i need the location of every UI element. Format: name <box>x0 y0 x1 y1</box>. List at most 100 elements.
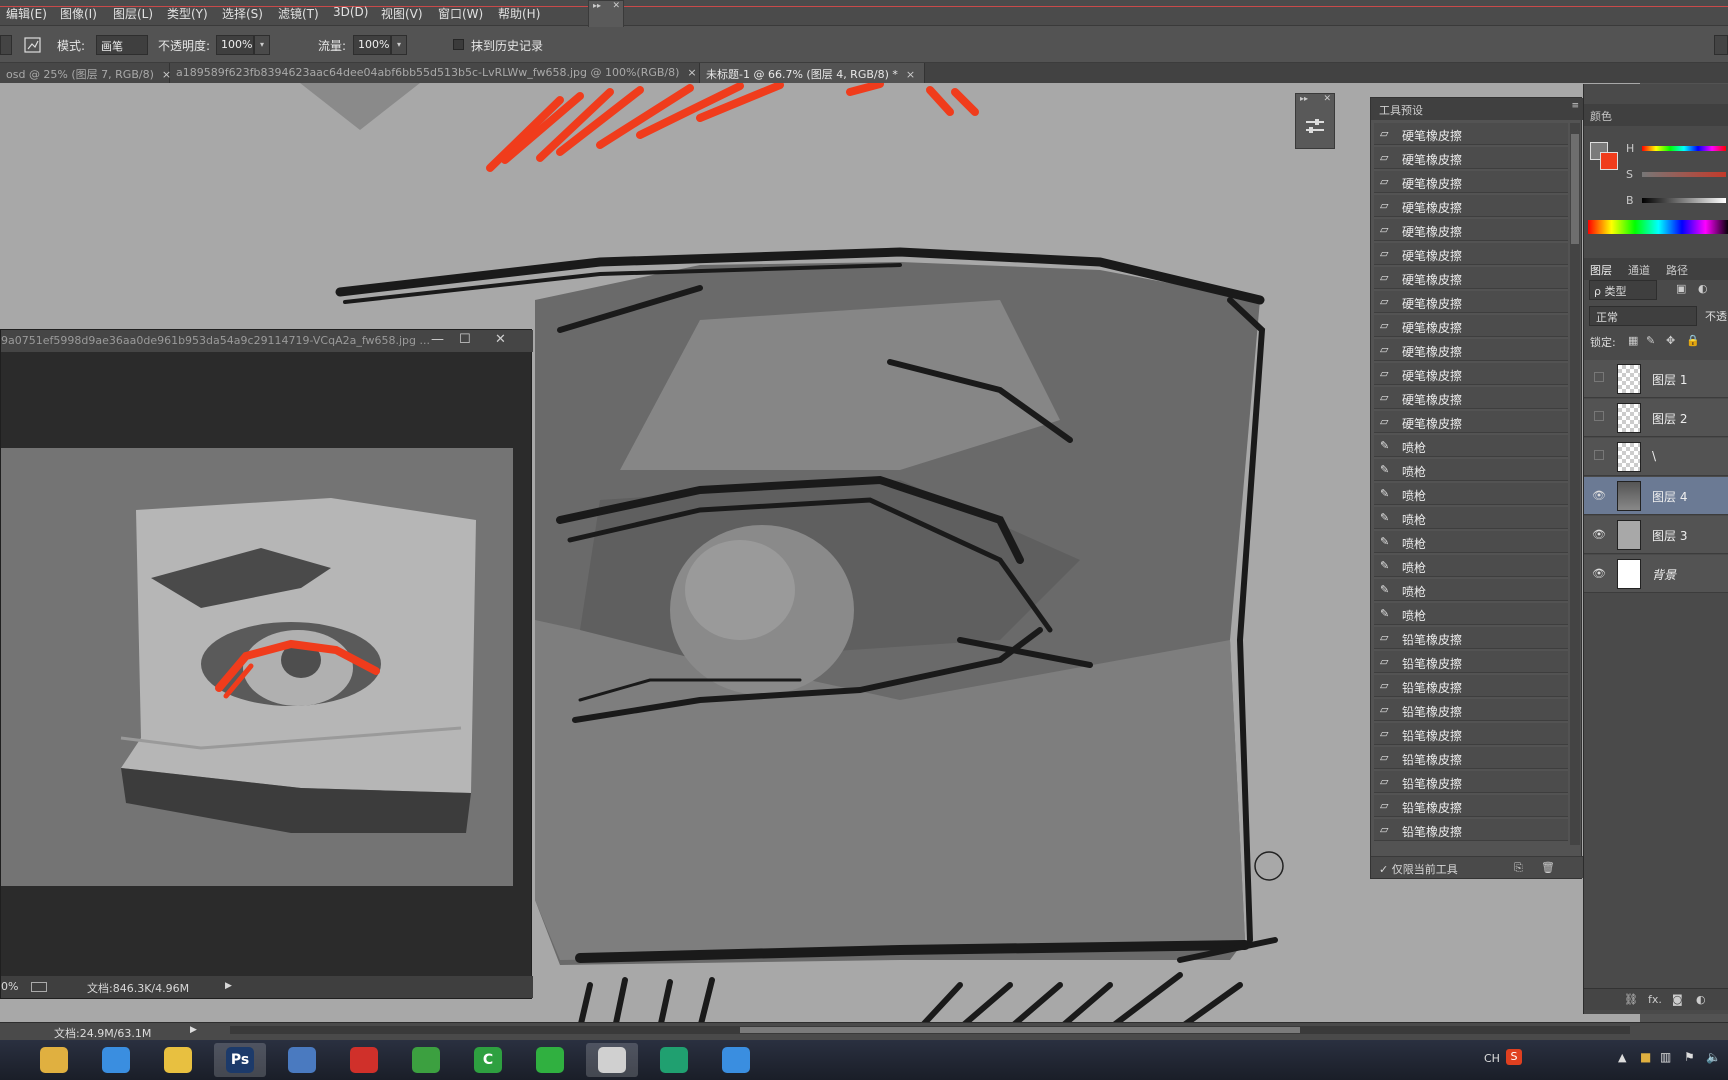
tab-untitled-1[interactable]: 未标题-1 @ 66.7% (图层 4, RGB/8) * × <box>700 63 925 83</box>
ime-indicator[interactable]: CH <box>1484 1052 1500 1065</box>
brush-settings-panel[interactable]: ▸▸ ✕ <box>1295 93 1335 149</box>
filter-adjust-icon[interactable]: ◐ <box>1698 282 1708 295</box>
lock-paint-icon[interactable]: ✎ <box>1646 334 1655 347</box>
history-checkbox[interactable] <box>453 39 464 50</box>
hue-slider[interactable] <box>1642 146 1726 151</box>
close-icon[interactable]: ✕ <box>495 332 506 347</box>
maximize-icon[interactable]: ☐ <box>459 332 471 347</box>
presets-scroll-thumb[interactable] <box>1571 134 1579 244</box>
filter-image-icon[interactable]: ▣ <box>1676 282 1686 295</box>
tool-preset-item[interactable]: ✎ 喷枪 <box>1374 603 1568 625</box>
tool-preset-item[interactable]: ▱ 硬笔橡皮擦 <box>1374 195 1568 217</box>
tool-preset-item[interactable]: ✎ 喷枪 <box>1374 555 1568 577</box>
workspace-switcher[interactable] <box>1714 35 1728 55</box>
tray-volume-icon[interactable]: 🔈 <box>1706 1050 1721 1064</box>
sheet-icon[interactable] <box>31 982 47 992</box>
flow-dropdown[interactable]: ▾ <box>391 35 407 55</box>
tool-preset-item[interactable]: ▱ 硬笔橡皮擦 <box>1374 339 1568 361</box>
delete-preset-icon[interactable]: 🗑 <box>1541 861 1555 874</box>
link-layers-icon[interactable]: ⛓ <box>1624 993 1638 1006</box>
taskbar-qq2[interactable] <box>710 1043 762 1077</box>
menu-edit[interactable]: 编辑(E) <box>6 5 47 22</box>
menu-help[interactable]: 帮助(H) <box>498 5 540 22</box>
eye-icon[interactable]: 👁 <box>1592 567 1606 580</box>
tool-preset-item[interactable]: ✎ 喷枪 <box>1374 507 1568 529</box>
tab-osd[interactable]: osd @ 25% (图层 7, RGB/8) × <box>0 63 171 83</box>
tool-preset-item[interactable]: ▱ 硬笔橡皮擦 <box>1374 147 1568 169</box>
reference-image-window[interactable]: 9a0751ef5998d9ae36aa0de961b953da54a9c291… <box>0 329 533 999</box>
tool-preset-item[interactable]: ▱ 硬笔橡皮擦 <box>1374 123 1568 145</box>
tool-preset-item[interactable]: ✎ 喷枪 <box>1374 483 1568 505</box>
layer-row[interactable]: 图层 1 <box>1584 360 1728 398</box>
background-swatch[interactable] <box>1600 152 1618 170</box>
tab-close-icon[interactable]: × <box>906 68 915 81</box>
menu-image[interactable]: 图像(I) <box>60 5 97 22</box>
canvas-horizontal-scrollbar[interactable] <box>230 1026 1630 1034</box>
taskbar-wechat[interactable] <box>524 1043 576 1077</box>
eye-icon[interactable]: 👁 <box>1592 528 1606 541</box>
visibility-toggle[interactable] <box>1594 411 1604 421</box>
close-icon[interactable]: ✕ <box>1323 94 1331 104</box>
tool-preset-item[interactable]: ✎ 喷枪 <box>1374 459 1568 481</box>
tab-close-icon[interactable]: × <box>687 66 696 79</box>
close-icon[interactable]: ✕ <box>612 1 620 11</box>
tool-preset-item[interactable]: ▱ 铅笔橡皮擦 <box>1374 795 1568 817</box>
saturation-slider[interactable] <box>1642 172 1726 177</box>
collapse-icon[interactable]: ▸▸ <box>593 1 601 10</box>
adjustment-layer-icon[interactable]: ◐ <box>1696 993 1706 1006</box>
tray-arrow-icon[interactable]: ▲ <box>1618 1051 1626 1064</box>
opacity-input[interactable]: 100% <box>216 35 254 55</box>
sogou-icon[interactable]: S <box>1506 1049 1522 1065</box>
taskbar-update[interactable] <box>400 1043 452 1077</box>
tool-preset-item[interactable]: ▱ 铅笔橡皮擦 <box>1374 627 1568 649</box>
tab-channels[interactable]: 通道 <box>1628 262 1650 278</box>
tool-preset-item[interactable]: ▱ 硬笔橡皮擦 <box>1374 171 1568 193</box>
collapse-icon[interactable]: ▸▸ <box>1300 94 1308 103</box>
tool-preset-item[interactable]: ▱ 硬笔橡皮擦 <box>1374 363 1568 385</box>
status-menu-arrow[interactable]: ▶ <box>190 1025 197 1035</box>
tool-preset-item[interactable]: ▱ 铅笔橡皮擦 <box>1374 699 1568 721</box>
canvas-scroll-thumb[interactable] <box>740 1027 1300 1033</box>
tool-preset-item[interactable]: ▱ 铅笔橡皮擦 <box>1374 723 1568 745</box>
taskbar-netease-music[interactable] <box>338 1043 390 1077</box>
brush-panel-icon[interactable] <box>23 35 43 55</box>
tool-preset-item[interactable]: ▱ 硬笔橡皮擦 <box>1374 267 1568 289</box>
minimize-icon[interactable]: — <box>431 332 444 347</box>
menu-view[interactable]: 视图(V) <box>381 5 423 22</box>
zoom-level[interactable]: 0% <box>1 980 18 993</box>
opacity-dropdown[interactable]: ▾ <box>254 35 270 55</box>
layer-filter-select[interactable]: ρ 类型 <box>1589 280 1657 300</box>
layer-row[interactable]: 图层 2 <box>1584 399 1728 437</box>
taskbar-browser[interactable] <box>276 1043 328 1077</box>
tool-preset-item[interactable]: ▱ 铅笔橡皮擦 <box>1374 747 1568 769</box>
mode-select[interactable]: 画笔 <box>96 35 148 55</box>
eye-icon[interactable]: 👁 <box>1592 489 1606 502</box>
visibility-toggle[interactable] <box>1594 450 1604 460</box>
blend-mode-select[interactable]: 正常 <box>1589 306 1697 326</box>
add-mask-icon[interactable]: ◙ <box>1672 993 1683 1006</box>
tool-preset-item[interactable]: ▱ 硬笔橡皮擦 <box>1374 387 1568 409</box>
tool-preset-item[interactable]: ▱ 铅笔橡皮擦 <box>1374 651 1568 673</box>
new-preset-icon[interactable]: ⎘ <box>1514 861 1523 875</box>
lock-all-icon[interactable]: 🔒 <box>1686 334 1700 347</box>
taskbar-photoshop[interactable]: Ps <box>214 1043 266 1077</box>
menu-layer[interactable]: 图层(L) <box>113 5 153 22</box>
menu-type[interactable]: 类型(Y) <box>167 5 208 22</box>
fx-button[interactable]: fx. <box>1648 993 1662 1006</box>
tray-folder-icon[interactable]: ■ <box>1640 1050 1651 1064</box>
menu-select[interactable]: 选择(S) <box>222 5 263 22</box>
status-menu-arrow[interactable]: ▶ <box>225 981 232 991</box>
layer-row[interactable]: 👁 图层 4 <box>1584 477 1728 515</box>
tab-layers[interactable]: 图层 <box>1590 262 1612 278</box>
reference-window-titlebar[interactable]: 9a0751ef5998d9ae36aa0de961b953da54a9c291… <box>1 330 533 352</box>
layer-row[interactable]: 👁 背景 <box>1584 555 1728 593</box>
tool-preset-item[interactable]: ▱ 铅笔橡皮擦 <box>1374 819 1568 841</box>
lock-move-icon[interactable]: ✥ <box>1666 334 1675 347</box>
tray-flag-icon[interactable]: ⚑ <box>1684 1050 1695 1064</box>
tool-preset-item[interactable]: ▱ 铅笔橡皮擦 <box>1374 675 1568 697</box>
color-ramp[interactable] <box>1588 220 1728 234</box>
panel-menu-icon[interactable]: ≡ <box>1571 101 1579 111</box>
taskbar-file-explorer[interactable] <box>28 1043 80 1077</box>
tool-preset-item[interactable]: ✎ 喷枪 <box>1374 531 1568 553</box>
layer-row[interactable]: 👁 图层 3 <box>1584 516 1728 554</box>
